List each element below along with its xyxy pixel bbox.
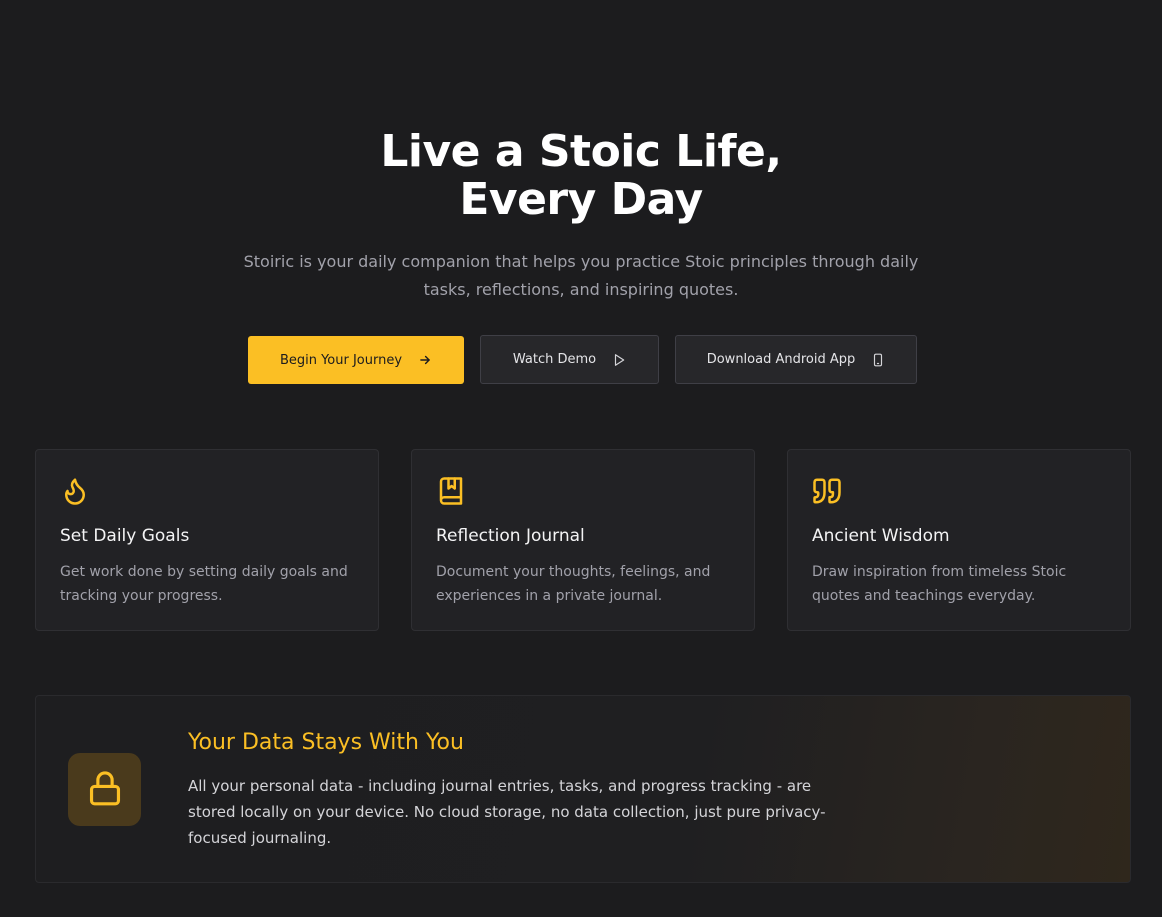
arrow-right-icon xyxy=(418,353,432,367)
feature-description: Get work done by setting daily goals and… xyxy=(60,564,348,604)
hero-subtitle: Stoiric is your daily companion that hel… xyxy=(243,252,919,299)
hero-title-line-2: Every Day xyxy=(459,174,703,225)
watch-demo-label: Watch Demo xyxy=(512,352,597,367)
feature-title: Ancient Wisdom xyxy=(812,526,950,546)
hero-title: Live a Stoic Life, Every Day xyxy=(0,128,1162,224)
smartphone-icon xyxy=(871,352,885,368)
lock-icon-badge xyxy=(68,753,141,826)
privacy-description: All your personal data - including journ… xyxy=(188,777,826,847)
feature-card-daily-goals: Set Daily Goals Get work done by setting… xyxy=(35,449,379,631)
download-android-label: Download Android App xyxy=(706,352,856,367)
watch-demo-button[interactable]: Watch Demo xyxy=(480,335,659,384)
feature-title: Reflection Journal xyxy=(436,526,585,546)
feature-description: Document your thoughts, feelings, and ex… xyxy=(436,564,711,604)
feature-description: Draw inspiration from timeless Stoic quo… xyxy=(812,564,1067,604)
feature-card-reflection-journal: Reflection Journal Document your thought… xyxy=(411,449,755,631)
cta-button-row: Begin Your Journey Watch Demo Download A… xyxy=(0,335,1162,384)
begin-journey-label: Begin Your Journey xyxy=(279,352,403,368)
feature-card-ancient-wisdom: Ancient Wisdom Draw inspiration from tim… xyxy=(787,449,1131,631)
begin-journey-button[interactable]: Begin Your Journey xyxy=(248,336,464,384)
lock-icon xyxy=(86,769,124,811)
privacy-title: Your Data Stays With You xyxy=(188,730,464,755)
hero-title-line-1: Live a Stoic Life, xyxy=(380,126,782,177)
book-bookmark-icon xyxy=(436,476,466,506)
download-android-button[interactable]: Download Android App xyxy=(675,335,917,384)
flame-icon xyxy=(60,476,90,506)
play-icon xyxy=(612,352,626,368)
feature-title: Set Daily Goals xyxy=(60,526,190,546)
privacy-banner: Your Data Stays With You All your person… xyxy=(35,695,1131,883)
quote-icon xyxy=(812,476,842,506)
